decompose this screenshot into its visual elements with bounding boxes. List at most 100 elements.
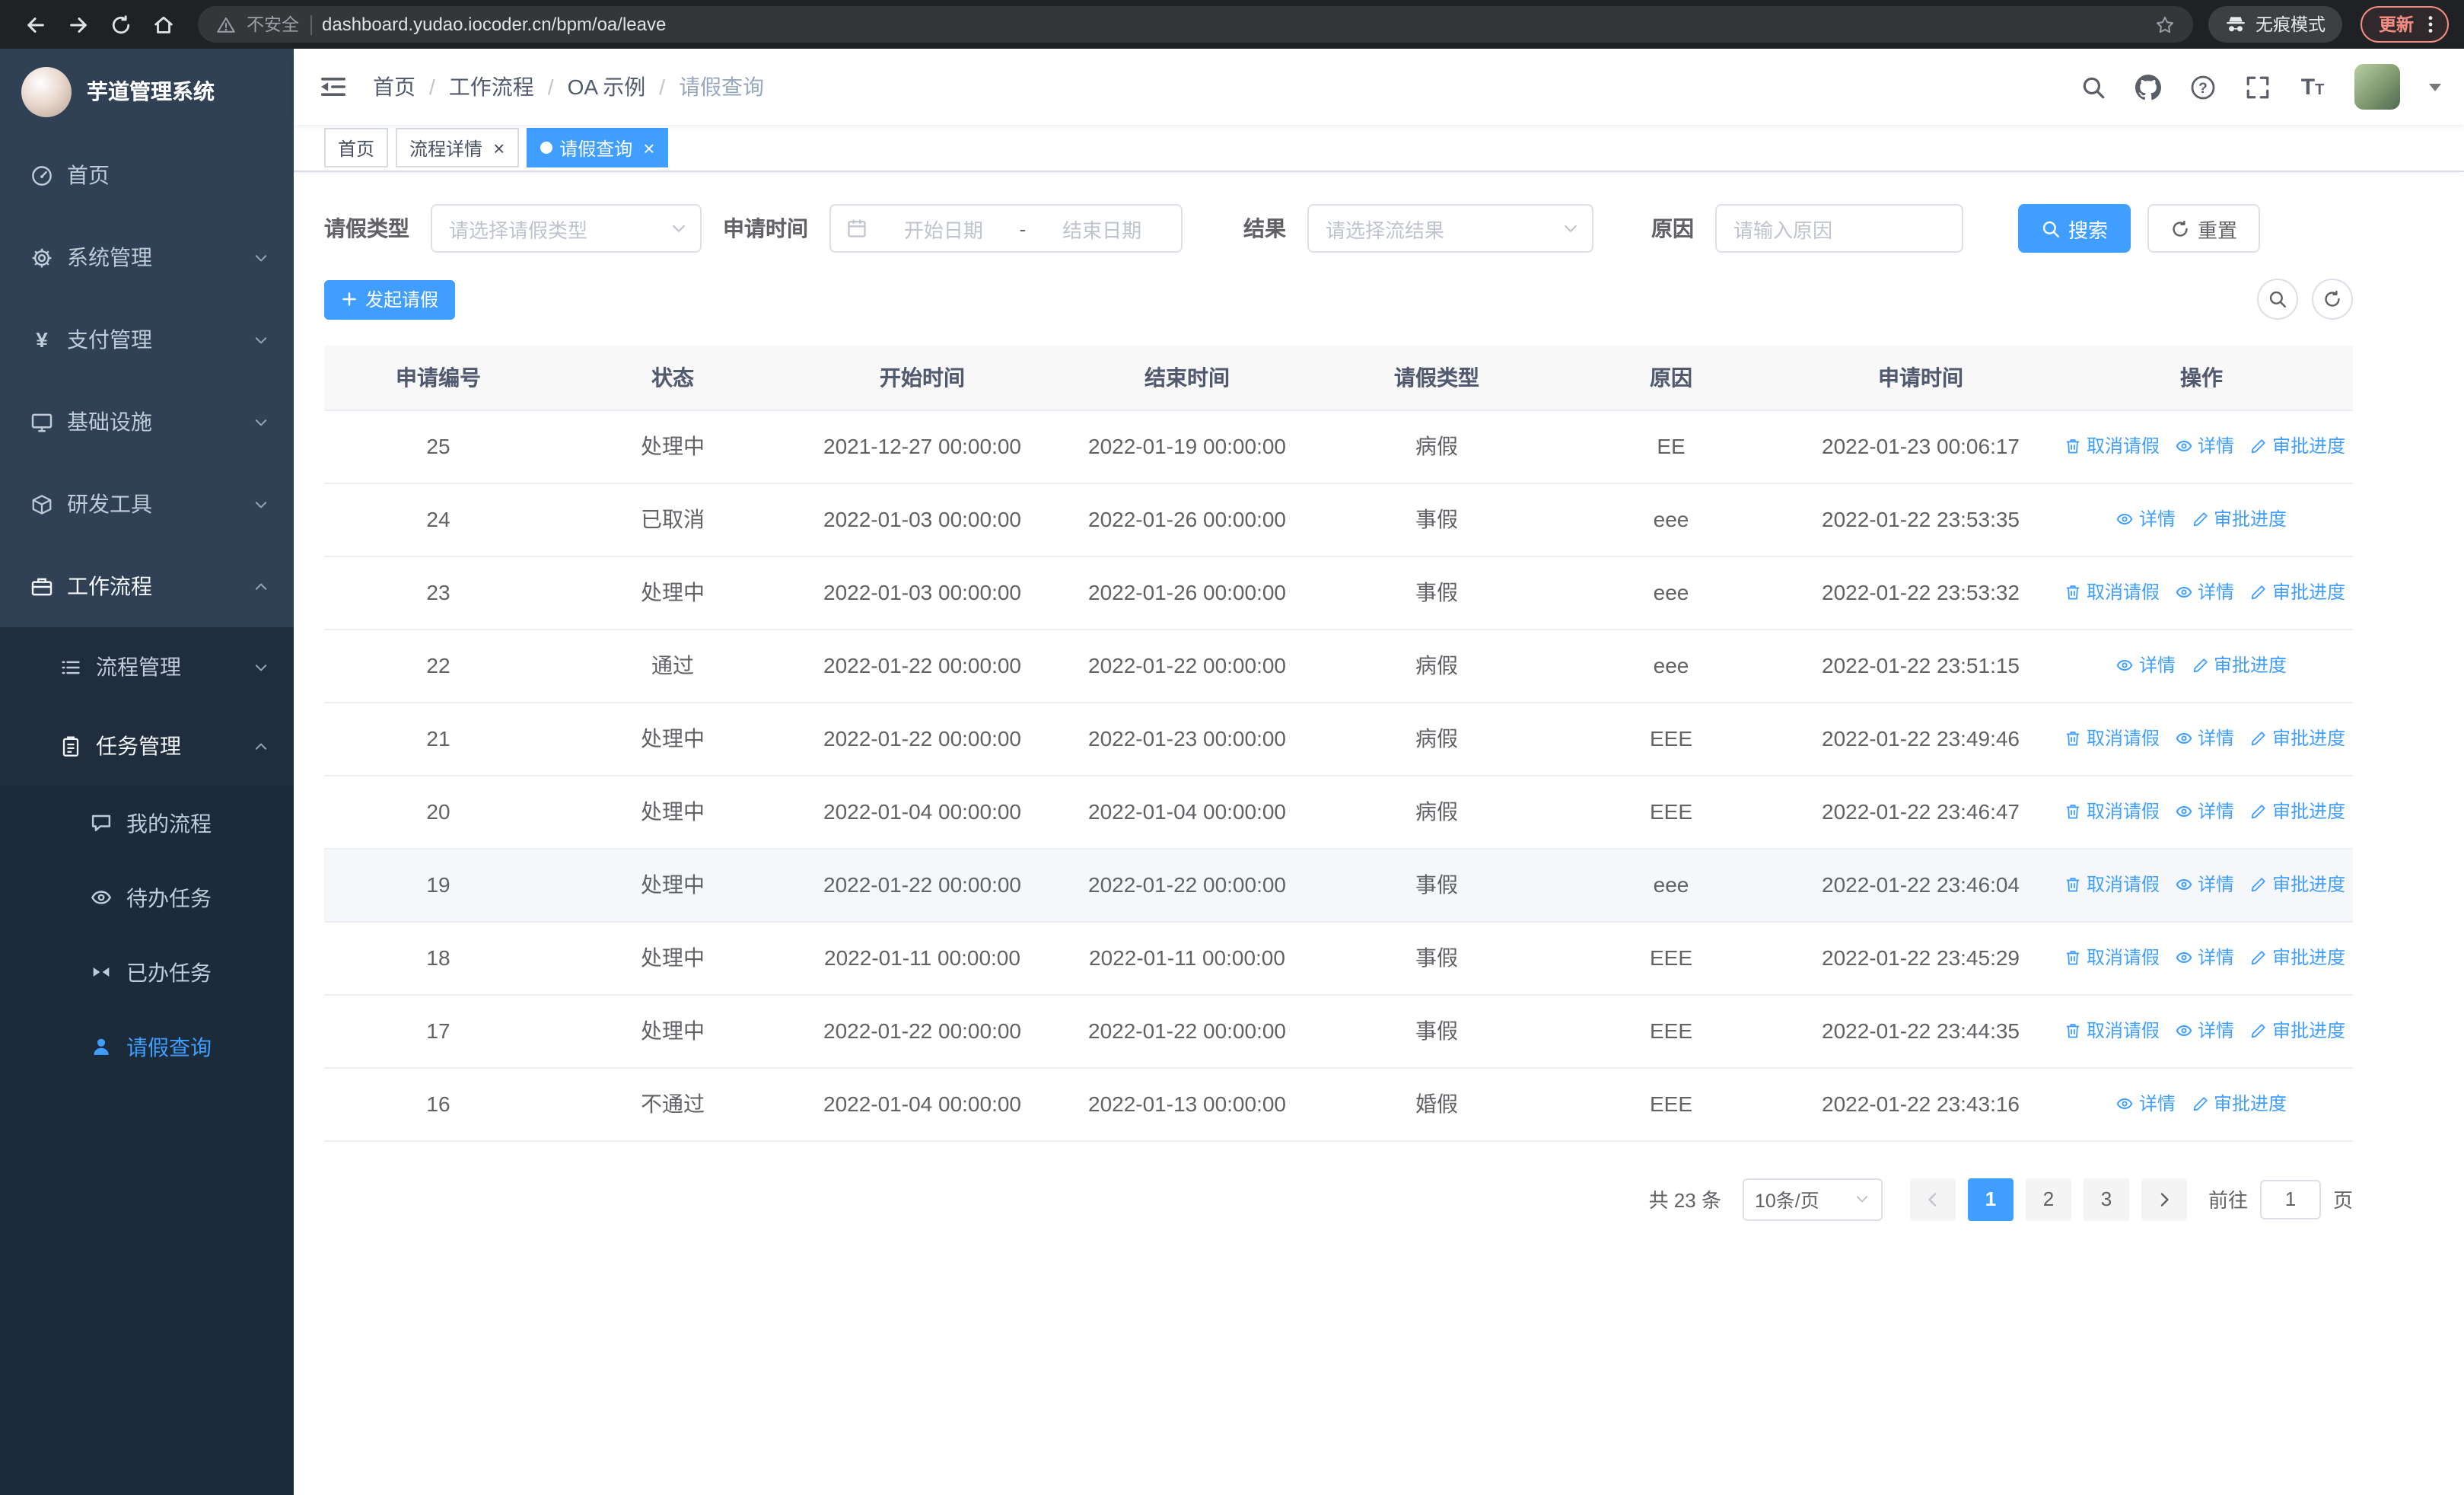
sidebar-item-task-mgmt[interactable]: 任务管理: [0, 706, 294, 786]
user-avatar[interactable]: [2354, 64, 2400, 110]
sidebar-item-todo-tasks[interactable]: 待办任务: [0, 860, 294, 935]
browser-update-button[interactable]: 更新: [2361, 6, 2449, 43]
filter-leave-type: 请假类型 请选择请假类型: [324, 204, 702, 253]
user-icon: [90, 1035, 113, 1058]
delete-icon: [2064, 729, 2082, 748]
sidebar: 芋道管理系统 首页 系统管理 ¥ 支付管理 基础设施 研发工具 工作流程流程管理任务管理 我的…: [0, 49, 294, 1495]
detail-link[interactable]: 详情: [2175, 725, 2234, 751]
cancel-leave-link[interactable]: 取消请假: [2064, 872, 2160, 897]
search-button[interactable]: 搜索: [2018, 204, 2131, 253]
chevron-down-icon[interactable]: [2429, 83, 2441, 97]
search-icon[interactable]: [2080, 74, 2106, 100]
sidebar-toggle-icon[interactable]: [320, 75, 347, 99]
tab-leave-query[interactable]: 请假查询 ×: [526, 128, 669, 167]
browser-home-button[interactable]: [143, 5, 183, 44]
breadcrumb-item[interactable]: OA 示例: [568, 72, 646, 102]
sidebar-item-done-tasks[interactable]: 已办任务: [0, 935, 294, 1009]
approval-progress-link[interactable]: 审批进度: [2249, 433, 2345, 459]
leave-table: 申请编号 状态 开始时间 结束时间 请假类型 原因 申请时间 操作 25 处理中 2021-12-…: [324, 346, 2353, 1141]
cancel-leave-link[interactable]: 取消请假: [2064, 433, 2160, 459]
approval-progress-link[interactable]: 审批进度: [2191, 506, 2287, 532]
app-logo[interactable]: 芋道管理系统: [0, 49, 294, 134]
approval-progress-link[interactable]: 审批进度: [2191, 652, 2287, 678]
bookmark-star-icon[interactable]: [2155, 14, 2175, 34]
top-navbar: 首页 / 工作流程 / OA 示例 / 请假查询 ? TT: [294, 49, 2464, 125]
chevron-down-icon: [253, 496, 269, 512]
apply-time-range-input[interactable]: 开始日期 - 结束日期: [829, 204, 1183, 253]
table-cell: 病假: [1323, 702, 1551, 776]
sidebar-item-label: 流程管理: [96, 655, 181, 679]
sidebar-item-infra[interactable]: 基础设施: [0, 381, 294, 463]
table-refresh-button[interactable]: [2312, 279, 2353, 320]
next-page-button[interactable]: [2141, 1178, 2187, 1220]
table-search-toggle-button[interactable]: [2257, 279, 2298, 320]
page-button-1[interactable]: 1: [1967, 1178, 2014, 1220]
delete-icon: [2064, 802, 2082, 821]
cancel-leave-link[interactable]: 取消请假: [2064, 725, 2160, 751]
chevron-down-icon: [670, 219, 688, 237]
sidebar-item-system[interactable]: 系统管理: [0, 216, 294, 298]
detail-link[interactable]: 详情: [2116, 652, 2176, 678]
close-icon[interactable]: ×: [493, 138, 505, 158]
reason-input[interactable]: 请输入原因: [1715, 204, 1963, 253]
sidebar-item-payment[interactable]: ¥ 支付管理: [0, 298, 294, 381]
view-icon: [2116, 510, 2135, 528]
goto-page-input[interactable]: [2259, 1179, 2321, 1219]
approval-progress-link[interactable]: 审批进度: [2249, 872, 2345, 897]
detail-link[interactable]: 详情: [2175, 579, 2234, 605]
table-cell: 2021-12-27 00:00:00: [793, 410, 1052, 483]
address-bar[interactable]: 不安全 dashboard.yudao.iocoder.cn/bpm/oa/le…: [198, 6, 2193, 43]
approval-progress-link[interactable]: 审批进度: [2249, 725, 2345, 751]
cancel-leave-link[interactable]: 取消请假: [2064, 945, 2160, 971]
approval-progress-link[interactable]: 审批进度: [2249, 579, 2345, 605]
page-button-2[interactable]: 2: [2025, 1178, 2071, 1220]
tab-process-detail[interactable]: 流程详情 ×: [396, 128, 519, 167]
browser-back-button[interactable]: [15, 5, 55, 44]
fullscreen-icon[interactable]: [2245, 74, 2271, 100]
approval-progress-link[interactable]: 审批进度: [2249, 945, 2345, 971]
page-size-select[interactable]: 10条/页: [1742, 1178, 1883, 1220]
approval-progress-link[interactable]: 审批进度: [2249, 799, 2345, 824]
browser-menu-icon[interactable]: [2420, 14, 2441, 35]
detail-link[interactable]: 详情: [2175, 945, 2234, 971]
sidebar-item-process-mgmt[interactable]: 流程管理: [0, 627, 294, 706]
sidebar-item-devtools[interactable]: 研发工具: [0, 463, 294, 545]
github-icon[interactable]: [2135, 74, 2161, 100]
chevron-up-icon: [253, 578, 269, 594]
result-select[interactable]: 请选择流结果: [1307, 204, 1593, 253]
create-leave-button[interactable]: 发起请假: [324, 279, 456, 319]
row-actions: 取消请假 详情 审批进度: [2050, 702, 2353, 776]
approval-progress-link[interactable]: 审批进度: [2191, 1091, 2287, 1117]
detail-link[interactable]: 详情: [2116, 1091, 2176, 1117]
tab-home[interactable]: 首页: [324, 128, 389, 167]
cancel-leave-link[interactable]: 取消请假: [2064, 579, 2160, 605]
sidebar-item-workflow[interactable]: 工作流程: [0, 545, 294, 627]
prev-page-button[interactable]: [1909, 1178, 1956, 1220]
sidebar-item-home[interactable]: 首页: [0, 134, 294, 216]
cancel-leave-link[interactable]: 取消请假: [2064, 1018, 2160, 1044]
browser-reload-button[interactable]: [100, 5, 140, 44]
font-size-icon[interactable]: TT: [2300, 74, 2326, 100]
column-header: 申请时间: [1791, 346, 2050, 410]
approval-progress-link[interactable]: 审批进度: [2249, 1018, 2345, 1044]
detail-link[interactable]: 详情: [2116, 506, 2176, 532]
leave-type-placeholder: 请选择请假类型: [449, 218, 588, 241]
table-cell: 2022-01-04 00:00:00: [793, 775, 1052, 849]
detail-link[interactable]: 详情: [2175, 799, 2234, 824]
filter-form: 请假类型 请选择请假类型 申请时间 开始日期 - 结束日期 结果 请选择流结果 …: [324, 204, 2353, 253]
breadcrumb-item[interactable]: 工作流程: [449, 72, 534, 102]
sidebar-item-leave-query[interactable]: 请假查询: [0, 1009, 294, 1084]
cancel-leave-link[interactable]: 取消请假: [2064, 799, 2160, 824]
page-button-3[interactable]: 3: [2083, 1178, 2129, 1220]
reset-button[interactable]: 重置: [2147, 204, 2261, 253]
browser-forward-button[interactable]: [58, 5, 97, 44]
breadcrumb-item[interactable]: 首页: [373, 72, 415, 102]
detail-link[interactable]: 详情: [2175, 433, 2234, 459]
delete-icon: [2064, 583, 2082, 601]
sidebar-item-my-process[interactable]: 我的流程: [0, 786, 294, 860]
close-icon[interactable]: ×: [643, 138, 654, 158]
detail-link[interactable]: 详情: [2175, 872, 2234, 897]
detail-link[interactable]: 详情: [2175, 1018, 2234, 1044]
help-icon[interactable]: ?: [2190, 74, 2216, 100]
leave-type-select[interactable]: 请选择请假类型: [431, 204, 702, 253]
